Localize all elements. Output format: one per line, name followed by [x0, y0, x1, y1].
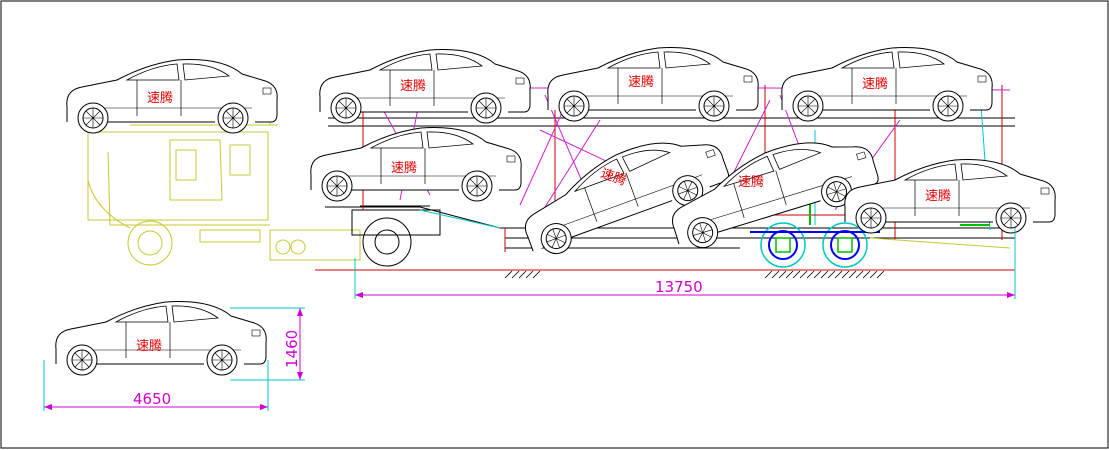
car-over-cab: 速腾: [66, 59, 278, 134]
svg-text:速腾: 速腾: [738, 174, 764, 190]
car-upper-1: 速腾: [319, 49, 531, 124]
svg-text:速腾: 速腾: [925, 188, 951, 204]
car-reference: 速腾: [55, 301, 267, 376]
dimension-text-trailer: 13750: [655, 278, 703, 296]
car-upper-3: 速腾: [781, 47, 993, 122]
dimension-text-car-length: 4650: [133, 390, 171, 408]
svg-text:速腾: 速腾: [391, 160, 417, 176]
drawing-canvas: 速腾 速腾 速腾 速腾 速腾 速腾 速腾 速腾 速腾 13750 4650 14…: [0, 0, 1109, 450]
svg-text:速腾: 速腾: [400, 78, 426, 94]
car-upper-2: 速腾: [547, 47, 759, 122]
svg-text:速腾: 速腾: [147, 90, 173, 106]
svg-text:速腾: 速腾: [136, 338, 162, 354]
svg-text:速腾: 速腾: [862, 76, 888, 92]
tractor-chassis: [351, 205, 441, 267]
dimension-text-car-height: 1460: [283, 330, 301, 368]
car-carrier-drawing: 速腾 速腾 速腾 速腾 速腾 速腾 速腾 速腾 速腾 13750 4650 14…: [0, 0, 1109, 449]
car-lower-front: 速腾: [310, 127, 522, 202]
svg-text:速腾: 速腾: [628, 74, 654, 90]
ground-hatching: [504, 270, 885, 279]
